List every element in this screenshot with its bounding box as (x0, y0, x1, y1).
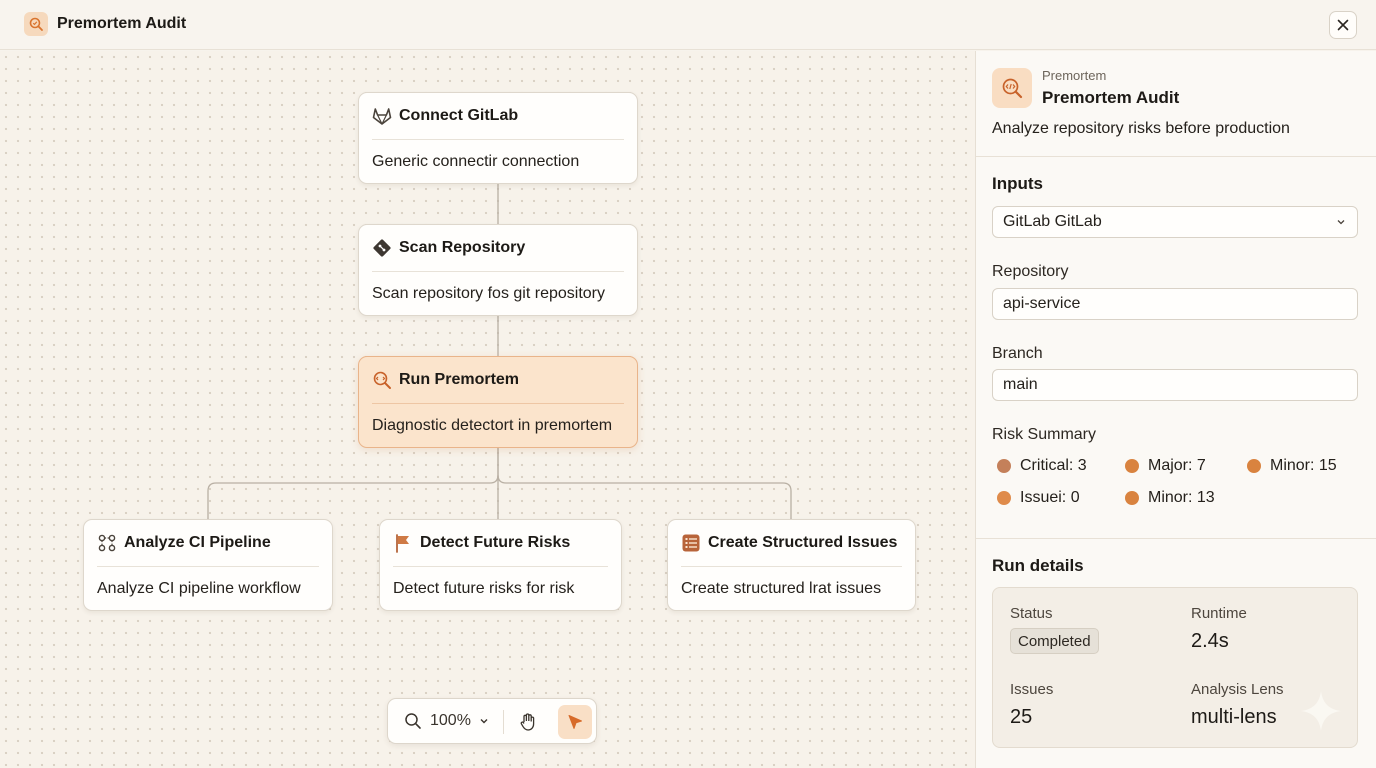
node-detect-future-risks[interactable]: Detect Future Risks Detect future risks … (379, 519, 622, 611)
risk-label: Major: 7 (1148, 457, 1206, 474)
run-details-card: Status Completed Runtime 2.4s Issues 25 … (992, 587, 1358, 748)
repository-input[interactable] (992, 288, 1358, 320)
premortem-search-icon (24, 12, 48, 36)
details-panel: Premortem Premortem Audit Analyze reposi… (975, 51, 1376, 768)
status-label: Status (1010, 605, 1053, 622)
connection-select[interactable]: GitLab GitLab (992, 206, 1358, 238)
zoom-control[interactable]: 100% (404, 712, 490, 730)
risk-item: Minor: 13 (1125, 489, 1215, 507)
node-description: Analyze CI pipeline workflow (97, 580, 301, 597)
hand-icon (520, 713, 535, 731)
select-tool-button[interactable] (558, 705, 592, 739)
git-icon (372, 238, 392, 258)
flag-icon (393, 533, 413, 553)
close-icon (1337, 19, 1349, 31)
risk-dot (1125, 459, 1139, 473)
analysis-lens-label: Analysis Lens (1191, 681, 1284, 698)
title-bar: Premortem Audit (0, 0, 1376, 50)
chevron-down-icon (1337, 220, 1345, 225)
sparkle-icon (1301, 691, 1341, 731)
branch-label: Branch (992, 345, 1043, 362)
repository-label: Repository (992, 263, 1069, 280)
risk-item: Issuei: 0 (997, 489, 1080, 507)
node-description: Diagnostic detectort in premortem (372, 417, 613, 434)
risk-item: Minor: 15 (1247, 457, 1337, 475)
node-run-premortem[interactable]: Run Premortem Diagnostic detectort in pr… (358, 356, 638, 448)
runtime-label: Runtime (1191, 605, 1247, 622)
premortem-icon (992, 68, 1032, 108)
node-scan-repository[interactable]: Scan Repository Scan repository fos git … (358, 224, 638, 316)
risk-summary-title: Risk Summary (992, 426, 1097, 443)
panel-kicker: Premortem (1042, 68, 1107, 83)
branch-input[interactable] (992, 369, 1358, 401)
connection-value: GitLab GitLab (1003, 213, 1102, 230)
analysis-lens-value: multi-lens (1191, 706, 1277, 728)
risk-item: Critical: 3 (997, 457, 1087, 475)
node-title: Detect Future Risks (420, 534, 571, 551)
close-button[interactable] (1329, 11, 1357, 39)
chevron-down-icon (480, 719, 488, 724)
risk-item: Major: 7 (1125, 457, 1206, 475)
node-title: Connect GitLab (399, 107, 519, 124)
risk-label: Minor: 15 (1270, 457, 1337, 474)
node-title: Analyze CI Pipeline (124, 534, 271, 551)
toolbar-divider (503, 710, 504, 734)
risk-dot (1125, 491, 1139, 505)
risk-label: Critical: 3 (1020, 457, 1087, 474)
risk-dot (1247, 459, 1261, 473)
node-title: Create Structured Issues (708, 534, 898, 551)
run-details-title: Run details (992, 556, 1084, 575)
window-title: Premortem Audit (57, 15, 187, 32)
issues-value: 25 (1010, 706, 1033, 728)
list-icon (681, 533, 701, 553)
node-analyze-ci-pipeline[interactable]: Analyze CI Pipeline Analyze CI pipeline … (83, 519, 333, 611)
panel-title: Premortem Audit (1042, 88, 1180, 107)
pipeline-icon (97, 533, 117, 553)
inputs-title: Inputs (992, 174, 1043, 193)
search-icon (405, 713, 421, 729)
risk-label: Issuei: 0 (1020, 489, 1080, 506)
workflow-canvas[interactable]: Connect GitLab Generic connectir connect… (0, 51, 975, 768)
node-title: Scan Repository (399, 239, 526, 256)
node-connect-gitlab[interactable]: Connect GitLab Generic connectir connect… (358, 92, 638, 184)
run-details-section: Run details Status Completed Runtime 2.4… (976, 539, 1376, 768)
risk-dot (997, 491, 1011, 505)
panel-subtitle: Analyze repository risks before producti… (992, 120, 1290, 137)
runtime-value: 2.4s (1191, 630, 1229, 652)
pointer-icon (568, 715, 582, 729)
issues-label: Issues (1010, 681, 1054, 698)
panel-header: Premortem Premortem Audit Analyze reposi… (976, 51, 1376, 157)
status-badge: Completed (1010, 628, 1099, 654)
hand-tool-button[interactable] (516, 710, 540, 734)
gitlab-icon (372, 106, 392, 126)
risk-label: Minor: 13 (1148, 489, 1215, 506)
node-title: Run Premortem (399, 371, 520, 388)
inputs-section: Inputs GitLab GitLab Repository Branch R… (976, 157, 1376, 539)
node-description: Create structured lrat issues (681, 580, 882, 597)
zoom-level: 100% (430, 712, 471, 729)
risk-dot (997, 459, 1011, 473)
node-description: Scan repository fos git repository (372, 285, 605, 302)
node-description: Detect future risks for risk (393, 580, 575, 597)
premortem-icon (372, 370, 392, 390)
node-description: Generic connectir connection (372, 153, 580, 170)
node-create-structured-issues[interactable]: Create Structured Issues Create structur… (667, 519, 916, 611)
canvas-toolbar: 100% (387, 698, 597, 744)
